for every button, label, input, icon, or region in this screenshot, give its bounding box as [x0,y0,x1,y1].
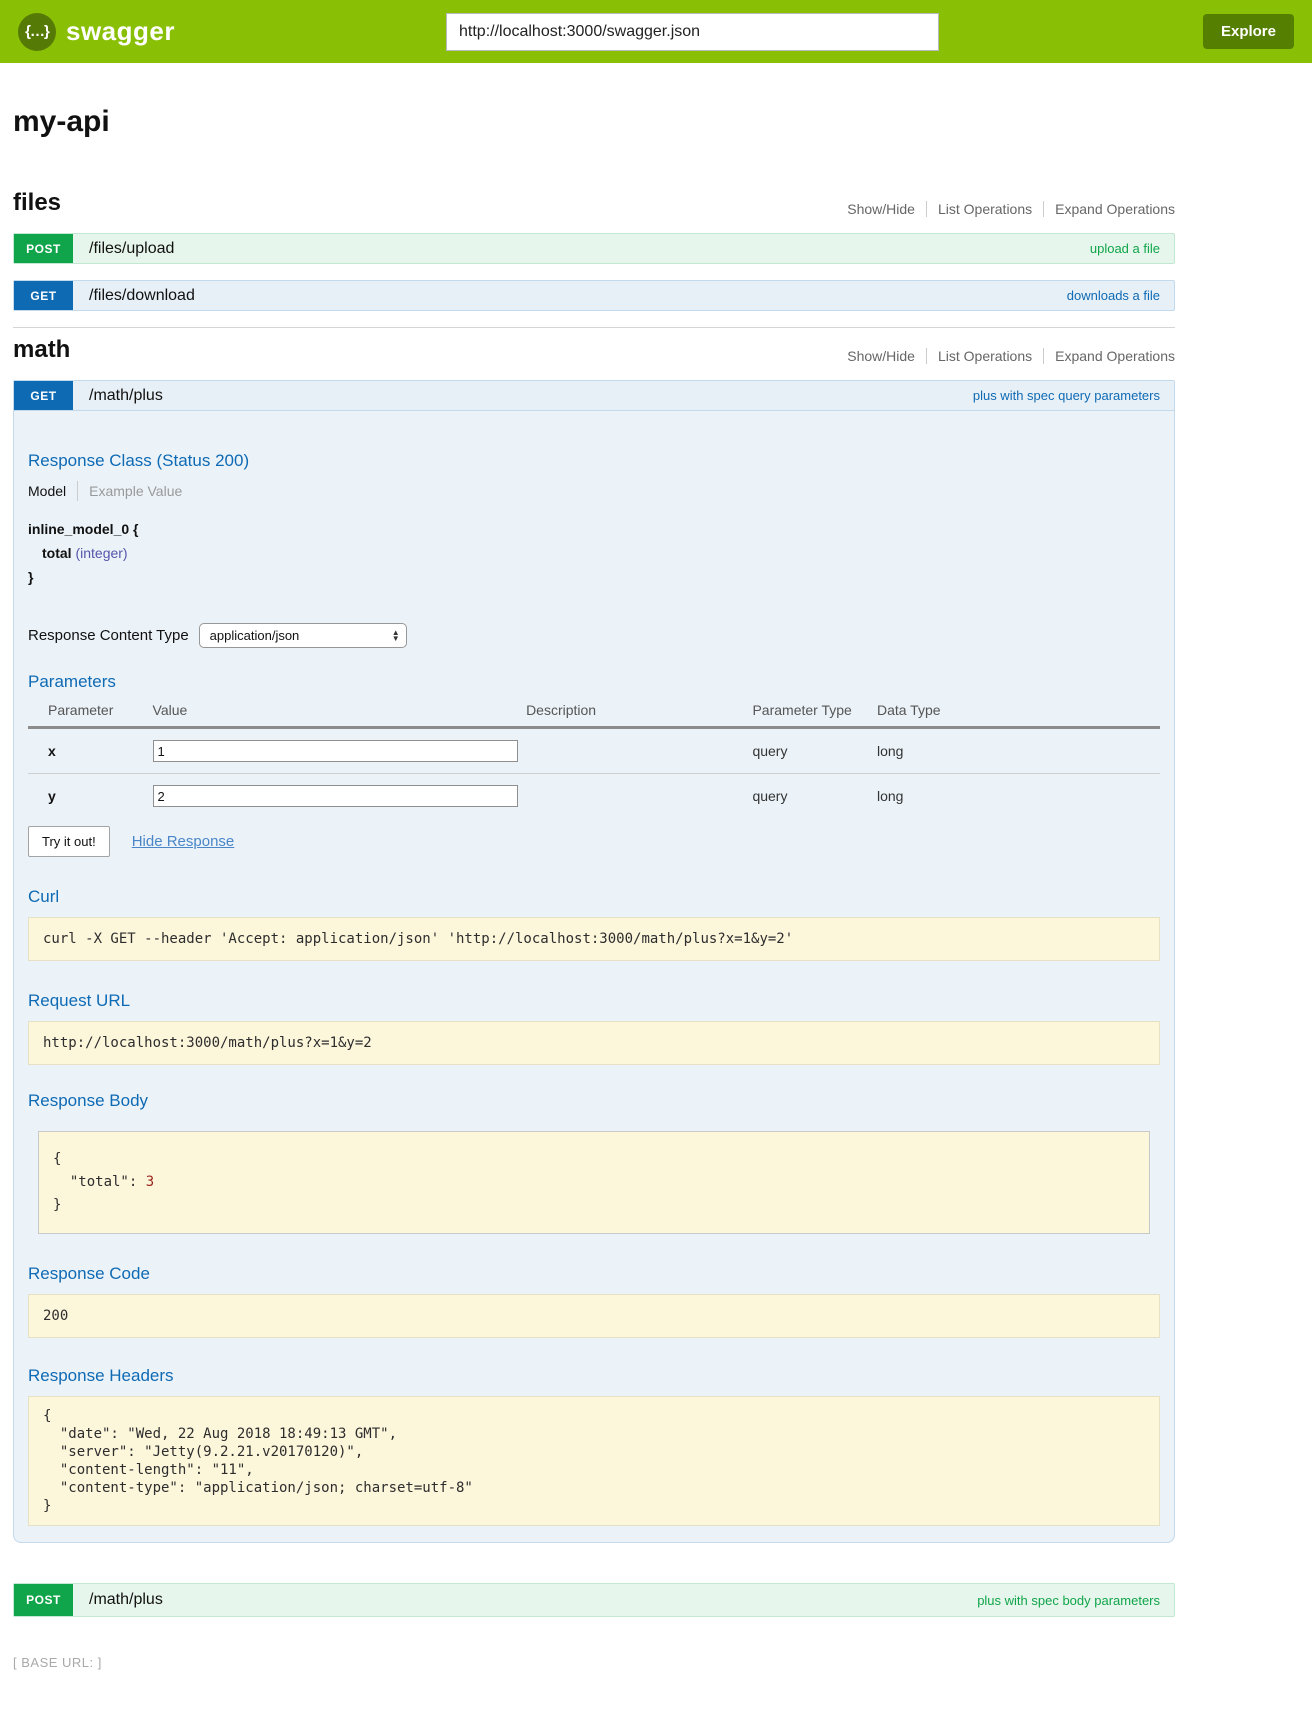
try-it-out-button[interactable]: Try it out! [28,826,110,857]
curl-command: curl -X GET --header 'Accept: applicatio… [28,917,1160,961]
operation-summary[interactable]: upload a file [1090,241,1160,256]
parameters-header-row: Parameter Value Description Parameter Ty… [28,696,1160,728]
header-bar: {…} swagger Explore [0,0,1312,63]
operation-path-link[interactable]: /math/plus [89,387,163,405]
parameter-description [526,728,752,774]
column-header-value: Value [153,696,527,728]
parameter-row-y: y query long [28,774,1160,819]
method-badge-get: GET [14,281,73,310]
parameter-name: y [28,774,153,819]
method-badge-post: POST [14,1584,73,1616]
model-signature: inline_model_0 { total (integer) } [28,517,1160,589]
files-list-operations-link[interactable]: List Operations [938,201,1032,217]
parameter-type: query [752,774,877,819]
logo-text: swagger [66,16,175,47]
operation-row-get-files-download[interactable]: GET /files/download downloads a file [13,280,1175,311]
divider [1043,201,1044,217]
math-section-title[interactable]: math [13,336,70,364]
model-tabs: Model Example Value [28,479,1160,503]
files-show-hide-link[interactable]: Show/Hide [847,201,915,217]
column-header-parameter: Parameter [28,696,153,728]
operation-row-post-files-upload[interactable]: POST /files/upload upload a file [13,233,1175,264]
spec-url-input[interactable] [447,14,938,50]
curl-heading: Curl [28,887,1160,907]
operation-summary[interactable]: downloads a file [1067,288,1160,303]
operation-row-post-math-plus[interactable]: POST /math/plus plus with spec body para… [13,1583,1175,1617]
swagger-logo[interactable]: {…} swagger [18,13,175,51]
divider [926,201,927,217]
parameters-heading: Parameters [28,672,1160,692]
divider [77,481,78,501]
bottom-spacer [0,1670,1312,1696]
model-open: inline_model_0 { [28,517,1160,541]
parameter-y-input[interactable] [153,785,518,807]
parameter-type: query [752,728,877,774]
response-body-json: { "total": 3 } [38,1131,1150,1234]
response-content-type-value: application/json [210,628,300,643]
operation-summary[interactable]: plus with spec query parameters [973,388,1160,403]
parameters-table: Parameter Value Description Parameter Ty… [28,696,1160,818]
response-code-heading: Response Code [28,1264,1160,1284]
operation-path-link[interactable]: /files/download [89,287,195,305]
json-number-value: 3 [146,1174,154,1190]
base-url-footer: [ BASE URL: ] [13,1655,1312,1670]
column-header-description: Description [526,696,752,728]
tab-model[interactable]: Model [28,483,66,499]
files-section-header: files Show/Hide List Operations Expand O… [13,189,1175,217]
response-content-type-label: Response Content Type [28,627,189,644]
model-close: } [28,565,1160,589]
response-headers-json: { "date": "Wed, 22 Aug 2018 18:49:13 GMT… [28,1396,1160,1526]
section-divider [13,327,1175,328]
math-section-header: math Show/Hide List Operations Expand Op… [13,336,1175,364]
model-property-type: (integer) [75,545,127,561]
operation-row-get-math-plus[interactable]: GET /math/plus plus with spec query para… [13,380,1175,411]
response-code-value: 200 [28,1294,1160,1338]
operation-expanded-panel: Response Class (Status 200) Model Exampl… [13,411,1175,1543]
model-property-name: total [42,545,72,561]
files-expand-operations-link[interactable]: Expand Operations [1055,201,1175,217]
request-url-value: http://localhost:3000/math/plus?x=1&y=2 [28,1021,1160,1065]
column-header-data-type: Data Type [877,696,1160,728]
select-arrows-icon: ▲▼ [392,630,400,642]
response-content-type-select[interactable]: application/json ▲▼ [199,623,407,648]
explore-button[interactable]: Explore [1203,14,1294,49]
operation-path-link[interactable]: /math/plus [89,1591,163,1609]
response-headers-heading: Response Headers [28,1366,1160,1386]
operation-summary[interactable]: plus with spec body parameters [977,1593,1160,1608]
method-badge-post: POST [14,234,73,263]
page-title: my-api [13,105,1175,139]
parameter-x-input[interactable] [153,740,518,762]
parameter-data-type: long [877,728,1160,774]
column-header-parameter-type: Parameter Type [752,696,877,728]
parameter-row-x: x query long [28,728,1160,774]
hide-response-link[interactable]: Hide Response [132,833,235,850]
parameter-description [526,774,752,819]
response-class-heading: Response Class (Status 200) [28,451,1160,471]
divider [926,348,927,364]
request-url-heading: Request URL [28,991,1160,1011]
parameter-name: x [28,728,153,774]
parameter-data-type: long [877,774,1160,819]
method-badge-get: GET [14,381,73,410]
math-show-hide-link[interactable]: Show/Hide [847,348,915,364]
math-expand-operations-link[interactable]: Expand Operations [1055,348,1175,364]
tab-example-value[interactable]: Example Value [89,483,182,499]
curly-braces-icon: {…} [18,13,56,51]
operation-path-link[interactable]: /files/upload [89,240,174,258]
response-body-heading: Response Body [28,1091,1160,1111]
divider [1043,348,1044,364]
files-section-title[interactable]: files [13,189,61,217]
math-list-operations-link[interactable]: List Operations [938,348,1032,364]
